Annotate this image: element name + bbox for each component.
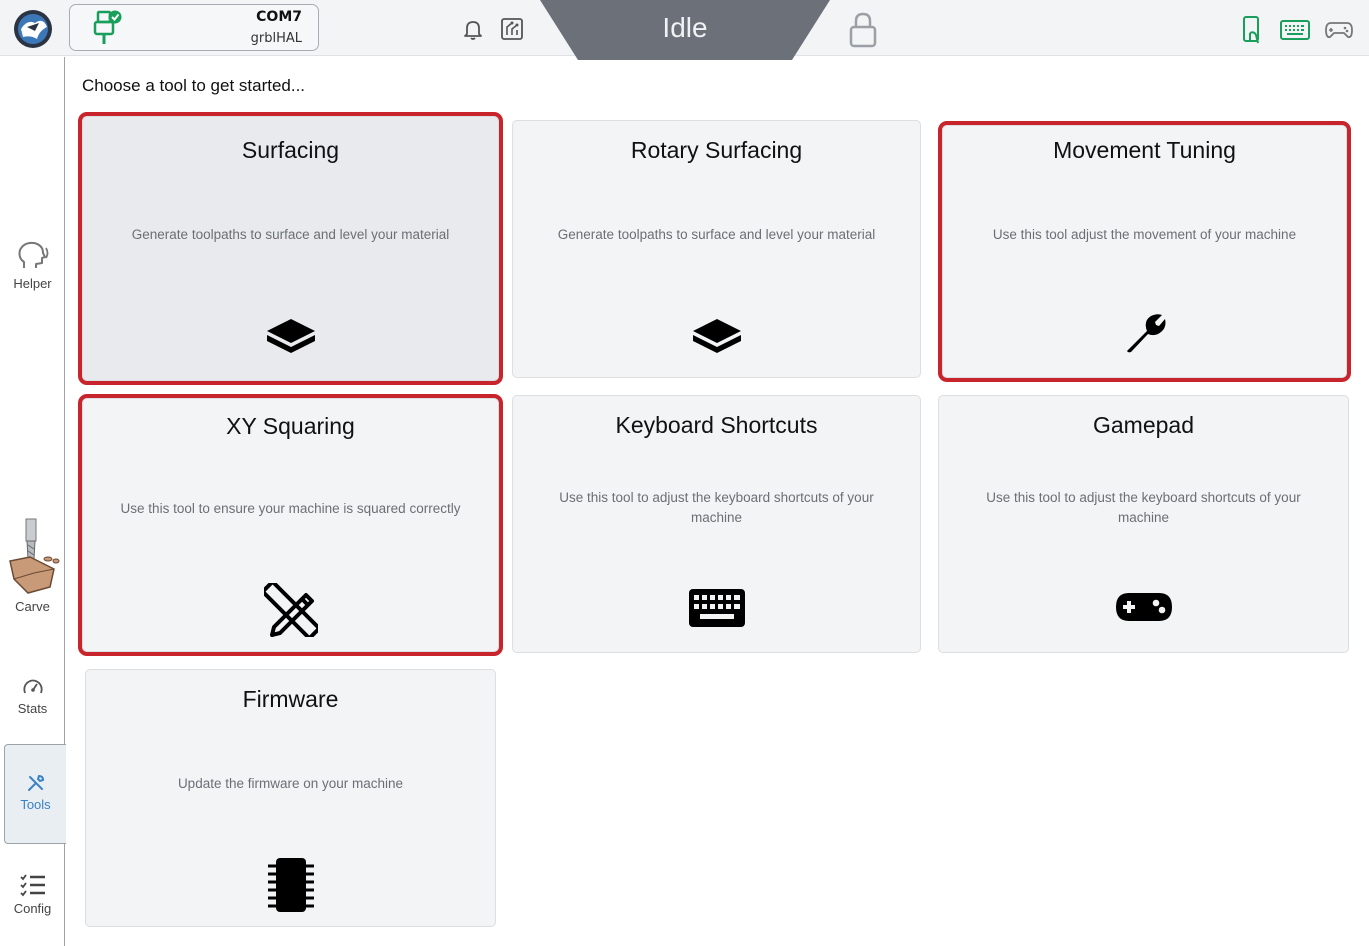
tools-icon [27, 774, 44, 791]
sidebar-item-label: Helper [13, 276, 52, 291]
tool-card-gamepad[interactable]: Gamepad Use this tool to adjust the keyb… [938, 395, 1349, 653]
card-description: Use this tool to adjust the keyboard sho… [559, 490, 874, 525]
ruler-pencil-icon [263, 583, 318, 637]
card-title: Surfacing [241, 137, 340, 163]
lock-icon[interactable] [849, 12, 877, 48]
keyboard-icon[interactable] [1280, 20, 1310, 40]
gauge-icon [22, 679, 43, 694]
layer-icon [266, 319, 315, 353]
circuit-board-icon[interactable] [500, 17, 524, 41]
card-title: Gamepad [1092, 412, 1194, 438]
tool-card-xy-squaring[interactable]: XY Squaring Use this tool to ensure your… [78, 394, 503, 656]
sidebar-item-label: Tools [20, 797, 51, 812]
machine-state-banner: Idle [540, 0, 830, 60]
sidebar-item-config[interactable]: Config [0, 873, 65, 916]
connection-button[interactable]: COM7 grblHAL [69, 4, 319, 51]
card-title: XY Squaring [226, 413, 355, 439]
page-prompt: Choose a tool to get started... [82, 76, 306, 95]
card-title: Movement Tuning [1053, 137, 1236, 163]
top-bar: COM7 grblHAL Idle [0, 0, 1369, 60]
tool-card-firmware[interactable]: Firmware Update the firmware on your mac… [85, 669, 496, 927]
usb-connected-icon [93, 10, 122, 44]
wrench-icon [1126, 314, 1165, 353]
phone-remote-icon[interactable] [1240, 15, 1264, 45]
sidebar-item-label: Carve [15, 599, 50, 614]
gamepad-icon [1115, 593, 1172, 621]
machine-state-text: Idle [662, 12, 708, 43]
firmware-label: grblHAL [250, 31, 302, 46]
card-description: Use this tool to adjust the keyboard sho… [986, 490, 1301, 525]
layer-icon [692, 319, 741, 353]
sidebar: Helper Carve Stats Tools Config [0, 57, 66, 946]
card-title: Rotary Surfacing [630, 137, 803, 163]
sidebar-item-carve[interactable]: Carve [0, 515, 65, 614]
card-description: Use this tool adjust the movement of you… [992, 227, 1297, 242]
card-description: Generate toolpaths to surface and level … [557, 227, 876, 242]
checklist-icon [19, 874, 45, 897]
sidebar-item-label: Stats [17, 701, 48, 716]
port-label: COM7 [256, 9, 302, 25]
bell-icon[interactable] [461, 17, 485, 41]
sidebar-item-stats[interactable]: Stats [0, 677, 65, 716]
chip-icon [267, 858, 314, 912]
carve-icon [8, 518, 59, 594]
card-description: Use this tool to ensure your machine is … [120, 501, 461, 516]
sidebar-item-tools[interactable]: Tools [4, 744, 66, 844]
keyboard-icon [688, 589, 745, 627]
card-description: Update the firmware on your machine [177, 776, 404, 791]
card-title: Firmware [242, 686, 339, 712]
sidebar-item-helper[interactable]: Helper [0, 240, 65, 291]
chat-head-icon [18, 241, 48, 268]
tool-card-keyboard-shortcuts[interactable]: Keyboard Shortcuts Use this tool to adju… [512, 395, 921, 653]
app-logo-icon [14, 10, 52, 48]
tool-card-rotary-surfacing[interactable]: Rotary Surfacing Generate toolpaths to s… [512, 120, 921, 378]
card-title: Keyboard Shortcuts [615, 412, 818, 438]
card-description: Generate toolpaths to surface and level … [131, 227, 450, 242]
gamepad-icon[interactable] [1325, 20, 1353, 40]
tool-card-surfacing[interactable]: Surfacing Generate toolpaths to surface … [78, 112, 503, 385]
sidebar-item-label: Config [13, 901, 52, 916]
tool-card-movement-tuning[interactable]: Movement Tuning Use this tool adjust the… [938, 121, 1351, 382]
